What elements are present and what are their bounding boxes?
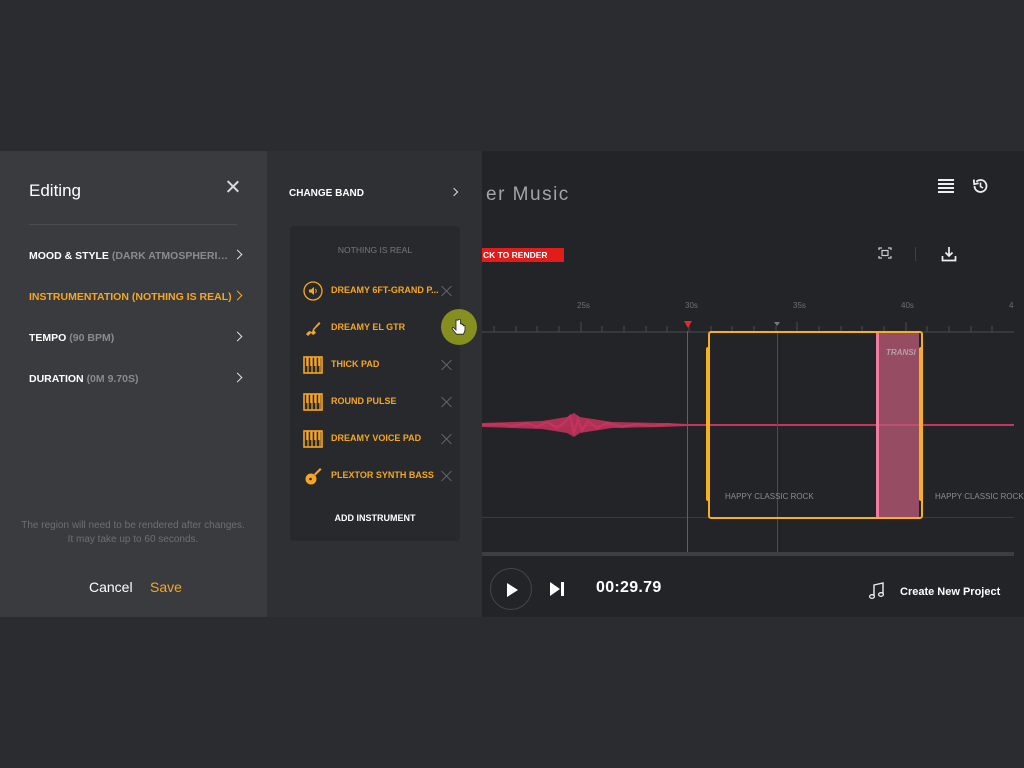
menu-item-duration[interactable]: DURATION (0M 9.70S) [29,372,243,393]
instrument-item[interactable]: THICK PAD [303,354,453,376]
render-badge[interactable]: CK TO RENDER [482,248,564,262]
render-note-line: It may take up to 60 seconds. [67,534,199,545]
menu-item-label: DURATION [29,373,84,385]
editing-panel: Editing MOOD & STYLE (DARK ATMOSPHERIC C… [0,151,267,617]
menu-item-mood-style[interactable]: MOOD & STYLE (DARK ATMOSPHERIC C... [29,249,243,270]
band-panel: CHANGE BAND NOTHING IS REAL DREAMY 6FT-G… [267,151,482,617]
render-note: The region will need to be rendered afte… [20,519,246,547]
menu-item-value: (0M 9.70S) [86,373,139,385]
instrument-name: ROUND PULSE [331,396,397,406]
music-note-icon [868,582,885,599]
menu-item-label: MOOD & STYLE [29,250,109,262]
region-marker-icon [774,322,780,326]
remove-icon[interactable] [441,396,453,408]
remove-icon[interactable] [441,359,453,371]
save-button[interactable]: Save [150,579,182,595]
timeline[interactable]: TRANSI HAPPY CLASSIC ROCK HAPPY CLASSIC … [482,331,1024,555]
instrument-name: THICK PAD [331,359,380,369]
remove-icon[interactable] [441,470,453,482]
menu-item-value: (DARK ATMOSPHERIC C... [111,250,234,262]
skip-next-icon[interactable] [548,581,566,597]
create-new-project-button[interactable]: Create New Project [900,586,1000,598]
instrument-name: DREAMY 6FT-GRAND P... [331,285,439,295]
divider [915,247,916,261]
region-label: HAPPY CLASSIC ROCK [725,492,814,501]
playhead-marker-icon [684,321,692,328]
app-window: Editing MOOD & STYLE (DARK ATMOSPHERIC C… [0,151,1024,617]
transition-edge [876,333,879,517]
history-icon[interactable] [971,177,989,195]
menu-item-tempo[interactable]: TEMPO (90 BPM) [29,331,243,352]
timeline-scrollbar[interactable] [482,552,1014,556]
play-button[interactable] [490,568,532,610]
pointer-highlight [441,309,477,345]
electric-guitar-icon [306,322,321,336]
time-ruler[interactable]: 25s 30s 35s 40s 4 [482,301,1024,335]
remove-icon[interactable] [441,433,453,445]
band-name: NOTHING IS REAL [337,245,413,255]
transition-block[interactable] [877,333,919,517]
instrument-item[interactable]: PLEXTOR SYNTH BASS [303,465,453,487]
chevron-right-icon [232,372,243,383]
chevron-right-icon [232,290,243,301]
region-label: HAPPY CLASSIC ROCK [935,492,1024,501]
editing-title: Editing [29,181,81,200]
list-menu-icon[interactable] [938,179,954,193]
remove-icon[interactable] [441,285,453,297]
keyboard-icon [303,356,323,374]
time-display: 00:29.79 [596,579,662,596]
region-left-handle[interactable] [706,347,710,501]
menu-item-value: (NOTHING IS REAL) [131,291,232,303]
hand-cursor-icon [451,318,466,335]
menu-item-value: (90 BPM) [69,332,115,344]
main-area: er Music CK TO RENDER 25s 30s 35s 40s 4 [482,151,1024,617]
instrument-name: DREAMY EL GTR [331,322,406,332]
instrument-item[interactable]: DREAMY EL GTR [303,317,453,339]
menu-item-label: TEMPO [29,332,67,344]
instrument-item[interactable]: DREAMY 6FT-GRAND P... [303,280,453,302]
project-title: er Music [486,184,570,205]
chevron-right-icon [232,331,243,342]
close-icon[interactable] [224,178,242,196]
chevron-right-icon[interactable] [449,187,459,197]
ruler-ticks [482,321,1014,333]
playhead[interactable] [687,331,688,553]
chevron-right-icon [232,249,243,260]
acoustic-guitar-icon [305,468,322,485]
speaker-icon [303,281,323,301]
region-right-handle[interactable] [919,347,923,501]
keyboard-icon [303,430,323,448]
cancel-button[interactable]: Cancel [89,579,133,595]
menu-item-label: INSTRUMENTATION [29,291,129,303]
instrument-name: PLEXTOR SYNTH BASS [331,470,434,480]
keyboard-icon [303,393,323,411]
menu-item-instrumentation[interactable]: INSTRUMENTATION (NOTHING IS REAL) [29,290,243,311]
transition-label: TRANSI [886,348,916,357]
fit-to-view-icon[interactable] [878,247,892,259]
instrument-item[interactable]: ROUND PULSE [303,391,453,413]
play-icon [507,583,518,597]
download-icon[interactable] [941,246,957,262]
render-note-line: The region will need to be rendered afte… [21,520,245,531]
change-band-button[interactable]: CHANGE BAND [289,188,364,199]
divider [29,224,237,225]
instrument-item[interactable]: DREAMY VOICE PAD [303,428,453,450]
add-instrument-button[interactable]: ADD INSTRUMENT [290,513,460,523]
instrument-list: NOTHING IS REAL DREAMY 6FT-GRAND P... DR… [290,226,477,541]
instrument-name: DREAMY VOICE PAD [331,433,422,443]
